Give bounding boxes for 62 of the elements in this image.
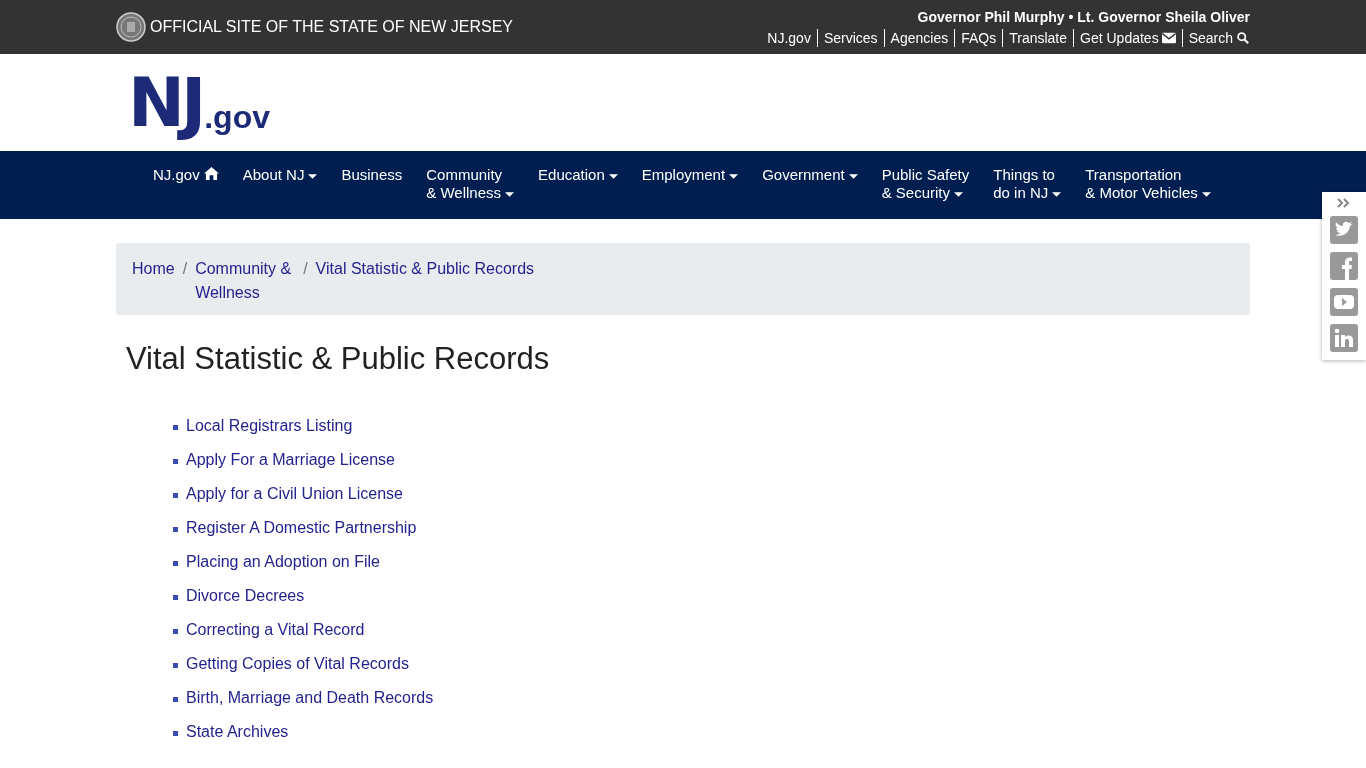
youtube-icon[interactable] <box>1330 288 1358 316</box>
search-icon <box>1236 32 1250 44</box>
envelope-icon <box>1161 32 1176 44</box>
record-link[interactable]: Divorce Decrees <box>186 587 305 605</box>
top-link[interactable]: Translate <box>1002 29 1074 47</box>
record-link[interactable]: Correcting a Vital Record <box>186 621 365 639</box>
record-link[interactable]: Birth, Marriage and Death Records <box>186 689 434 707</box>
nav-menu-item[interactable]: Government <box>750 166 870 202</box>
bullet-icon <box>173 561 178 566</box>
home-icon <box>203 167 219 180</box>
nav-menu-item[interactable]: NJ.gov <box>141 166 231 202</box>
record-link[interactable]: Getting Copies of Vital Records <box>186 655 409 673</box>
collapse-chevrons-icon[interactable] <box>1337 198 1351 208</box>
top-link[interactable]: Agencies <box>883 29 955 47</box>
top-link[interactable]: NJ.gov <box>761 29 817 47</box>
nav-menu-item[interactable]: Things to do in NJ <box>981 166 1074 202</box>
record-link[interactable]: Apply For a Marriage License <box>186 451 395 469</box>
bullet-icon <box>173 663 178 668</box>
bullet-icon <box>173 595 178 600</box>
top-link[interactable]: Get Updates <box>1073 29 1182 47</box>
nav-menu-item[interactable]: Business <box>329 166 415 202</box>
bullet-icon <box>173 425 178 430</box>
caret-icon <box>729 173 739 179</box>
bullet-icon <box>173 697 178 702</box>
bullet-icon <box>173 527 178 532</box>
record-link[interactable]: Local Registrars Listing <box>186 417 353 435</box>
breadcrumb-link[interactable]: Vital Statistic & Public Records <box>315 257 535 281</box>
breadcrumb-separator: / <box>302 259 309 279</box>
nav-menu-item[interactable]: Transportation & Motor Vehicles <box>1073 166 1223 202</box>
top-link[interactable]: Search <box>1181 29 1250 47</box>
official-site-label: OFFICIAL SITE OF THE STATE OF NEW JERSEY <box>150 18 513 36</box>
caret-icon <box>954 191 964 197</box>
bullet-icon <box>173 493 178 498</box>
caret-icon <box>848 173 858 179</box>
caret-icon <box>505 191 515 197</box>
governor-line: Governor Phil Murphy • Lt. Governor Sheila Oliver <box>917 9 1250 25</box>
linkedin-icon[interactable] <box>1330 324 1358 352</box>
page-heading: Vital Statistic & Public Records <box>126 341 551 377</box>
nav-menu-item[interactable]: Employment <box>629 166 751 202</box>
state-seal-icon <box>116 12 146 42</box>
record-link[interactable]: Apply for a Civil Union License <box>186 485 403 503</box>
top-link[interactable]: Services <box>816 29 884 47</box>
record-link[interactable]: Placing an Adoption on File <box>186 553 380 571</box>
caret-icon <box>1201 191 1211 197</box>
caret-icon <box>1052 191 1062 197</box>
facebook-icon[interactable] <box>1330 252 1358 280</box>
top-link[interactable]: FAQs <box>954 29 1003 47</box>
caret-icon <box>608 173 618 179</box>
bullet-icon <box>173 731 178 736</box>
record-link[interactable]: State Archives <box>186 723 289 741</box>
bullet-icon <box>173 459 178 464</box>
caret-icon <box>308 173 318 179</box>
nav-menu-item[interactable]: About NJ <box>230 166 330 202</box>
nav-menu-item[interactable]: Community & Wellness <box>414 166 527 202</box>
breadcrumb-separator: / <box>181 259 189 279</box>
twitter-icon[interactable] <box>1330 216 1358 244</box>
nav-menu-item[interactable]: Public Safety & Security <box>869 166 982 202</box>
breadcrumb-link[interactable]: Community & Wellness <box>195 257 296 305</box>
bullet-icon <box>173 629 178 634</box>
nav-menu-item[interactable]: Education <box>526 166 630 202</box>
breadcrumb-link[interactable]: Home <box>132 257 175 281</box>
record-link[interactable]: Register A Domestic Partnership <box>186 519 417 537</box>
